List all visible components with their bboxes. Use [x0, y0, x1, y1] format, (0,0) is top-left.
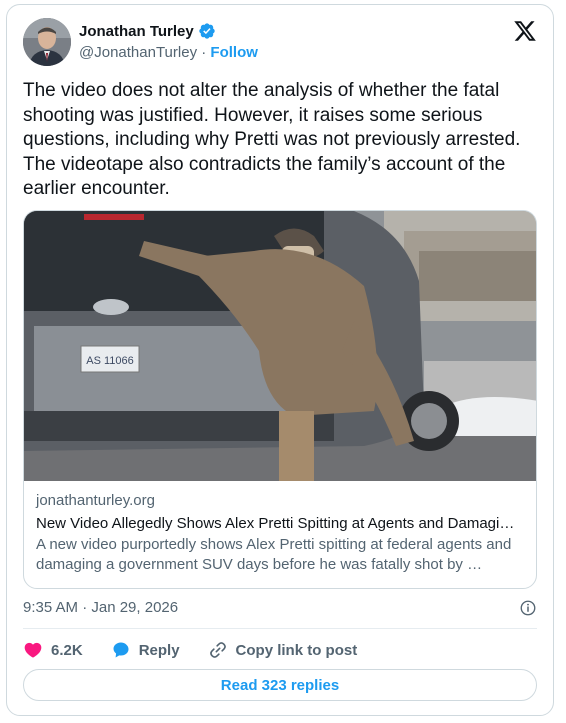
reply-label: Reply	[138, 641, 180, 659]
link-title: New Video Allegedly Shows Alex Pretti Sp…	[36, 515, 515, 532]
follow-button[interactable]: Follow	[210, 44, 258, 61]
license-plate-text: AS 11066	[86, 355, 134, 367]
heart-icon	[24, 642, 42, 658]
link-domain: jonathanturley.org	[36, 492, 155, 509]
info-icon[interactable]	[519, 599, 537, 617]
action-bar: 6.2K Reply Copy link to post	[23, 638, 385, 662]
link-icon	[209, 642, 226, 658]
like-count: 6.2K	[51, 641, 83, 659]
tweet-card: Jonathan Turley @JonathanTurley · Follow…	[6, 4, 554, 716]
author-avatar[interactable]	[23, 18, 71, 66]
link-preview-image: AS 11066	[24, 211, 536, 481]
verified-badge-icon	[199, 23, 215, 39]
author-name[interactable]: Jonathan Turley	[79, 23, 194, 40]
link-description: A new video purportedly shows Alex Prett…	[36, 536, 512, 573]
reply-button[interactable]: Reply	[111, 640, 180, 660]
divider	[23, 628, 537, 629]
handle-separator: ·	[201, 44, 207, 61]
link-preview-card[interactable]: AS 11066 jonathanturley.org New Video Al…	[23, 210, 537, 589]
like-button[interactable]: 6.2K	[23, 640, 83, 660]
author-handle-row: @JonathanTurley · Follow	[79, 44, 258, 61]
reply-bubble-icon	[113, 642, 129, 658]
link-preview-meta: jonathanturley.org New Video Allegedly S…	[36, 491, 524, 575]
x-logo-icon[interactable]	[513, 19, 537, 43]
copy-link-button[interactable]: Copy link to post	[208, 640, 358, 660]
author-name-row: Jonathan Turley	[79, 22, 216, 40]
tweet-header: Jonathan Turley @JonathanTurley · Follow	[7, 5, 553, 75]
tweet-text: The video does not alter the analysis of…	[23, 80, 521, 199]
copy-link-label: Copy link to post	[235, 641, 358, 659]
read-replies-button[interactable]: Read 323 replies	[23, 669, 537, 701]
author-handle[interactable]: @JonathanTurley	[79, 44, 197, 61]
tweet-timestamp[interactable]: 9:35 AM · Jan 29, 2026	[23, 599, 178, 616]
